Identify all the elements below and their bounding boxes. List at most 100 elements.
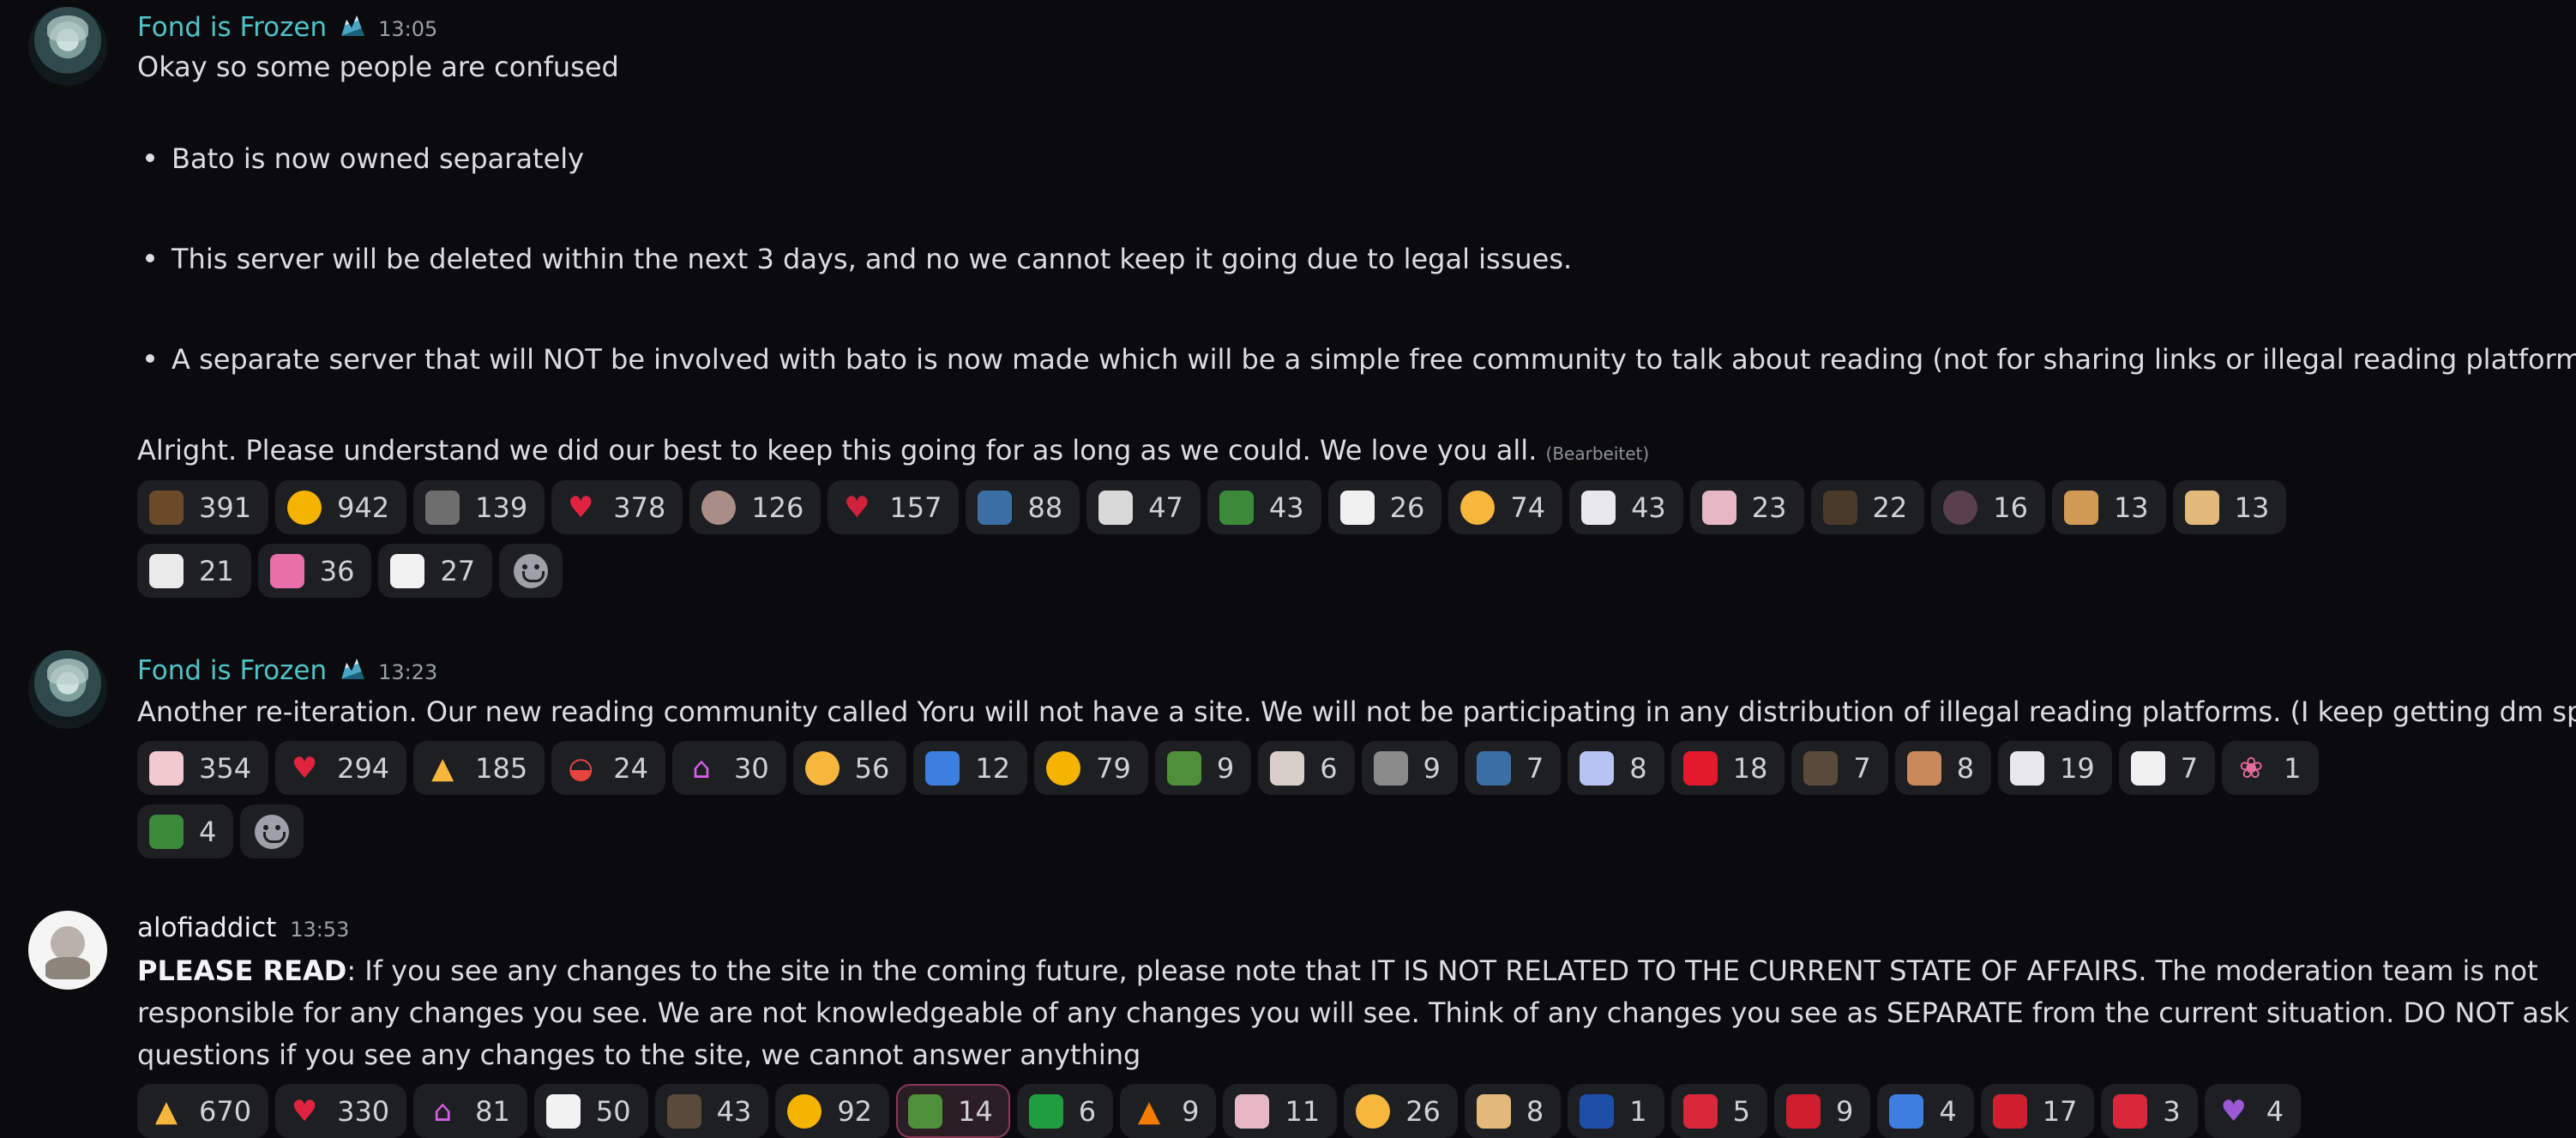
reaction-button[interactable]: ♥ 294 — [275, 741, 407, 795]
watermelon-icon: ◒ — [568, 750, 594, 786]
reaction-button[interactable]: 50 — [533, 1084, 648, 1138]
brazil-flag-icon — [1028, 1093, 1063, 1129]
reaction-button[interactable]: 8 — [1894, 741, 1992, 795]
cat-white-icon — [1098, 490, 1134, 525]
photo-icon — [1476, 750, 1511, 786]
timestamp[interactable]: 13:05 — [378, 17, 437, 41]
reaction-button[interactable]: ♥ 378 — [551, 480, 683, 534]
username[interactable]: alofiaddict — [137, 912, 276, 943]
panda-icon — [545, 1093, 581, 1129]
reaction-count: 24 — [613, 751, 648, 785]
bullet-item: This server will be deleted within the n… — [137, 238, 1572, 280]
reaction-button[interactable]: 18 — [1670, 741, 1785, 795]
reaction-button[interactable]: 8 — [1464, 1084, 1562, 1138]
heart-icon: ♥ — [291, 1093, 318, 1129]
reaction-button[interactable]: 7 — [1791, 741, 1888, 795]
reaction-button[interactable]: 23 — [1689, 480, 1804, 534]
reaction-button[interactable]: 6 — [1258, 741, 1355, 795]
saluting-face-icon — [804, 750, 840, 786]
user-avatar[interactable] — [28, 650, 107, 729]
user-avatar[interactable] — [28, 7, 107, 86]
timestamp[interactable]: 13:53 — [290, 918, 349, 942]
reaction-button[interactable]: 126 — [689, 480, 822, 534]
reaction-button[interactable]: 7 — [1464, 741, 1562, 795]
reaction-button[interactable]: 47 — [1086, 480, 1201, 534]
reaction-count: 50 — [595, 1094, 631, 1128]
reaction-button[interactable]: 17 — [1980, 1084, 2095, 1138]
reaction-button[interactable]: 88 — [966, 480, 1080, 534]
blue-mask-icon — [925, 750, 960, 786]
reaction-button[interactable]: 19 — [1998, 741, 2112, 795]
reaction-button[interactable]: 27 — [378, 544, 493, 598]
reaction-button[interactable]: ♥ 4 — [2204, 1084, 2302, 1138]
reaction-button[interactable]: ▲ 185 — [413, 741, 545, 795]
reaction-button[interactable]: 139 — [413, 480, 545, 534]
reaction-button[interactable]: 13 — [2051, 480, 2166, 534]
reaction-button[interactable]: 36 — [257, 544, 372, 598]
broken-heart-icon: ♥ — [844, 490, 870, 525]
reaction-count: 4 — [1939, 1094, 1957, 1128]
reaction-button[interactable]: ⌂ 30 — [671, 741, 786, 795]
reaction-button[interactable]: 12 — [913, 741, 1028, 795]
reaction-button[interactable]: 43 — [1569, 480, 1683, 534]
reaction-button[interactable]: 5 — [1670, 1084, 1767, 1138]
reaction-button[interactable]: 6 — [1016, 1084, 1114, 1138]
reaction-count: 7 — [2180, 751, 2199, 785]
reaction-button[interactable]: 3 — [2101, 1084, 2198, 1138]
reaction-button[interactable]: 21 — [137, 544, 251, 598]
sob-icon — [787, 1093, 822, 1129]
reaction-button[interactable]: 391 — [137, 480, 269, 534]
reaction-button[interactable]: 79 — [1034, 741, 1148, 795]
reaction-button[interactable]: 4 — [1877, 1084, 1974, 1138]
reaction-count: 6 — [1078, 1094, 1097, 1128]
reaction-button[interactable]: 7 — [2118, 741, 2216, 795]
bullet-item: A separate server that will NOT be invol… — [137, 339, 2576, 381]
reaction-button[interactable]: 56 — [792, 741, 907, 795]
reaction-button[interactable]: 74 — [1448, 480, 1563, 534]
add-reaction-button[interactable] — [499, 544, 563, 598]
thank-you-icon — [269, 553, 304, 588]
frog-icon — [908, 1093, 943, 1129]
reaction-button[interactable]: 22 — [1810, 480, 1925, 534]
reaction-button[interactable]: 14 — [896, 1084, 1010, 1138]
reaction-button[interactable]: 13 — [2172, 480, 2287, 534]
timestamp[interactable]: 13:23 — [378, 660, 437, 684]
reaction-button[interactable]: 26 — [1344, 1084, 1458, 1138]
reaction-button[interactable]: 16 — [1931, 480, 2045, 534]
reaction-button[interactable]: 11 — [1223, 1084, 1338, 1138]
reaction-button[interactable]: 26 — [1327, 480, 1442, 534]
reaction-button[interactable]: ♥ 330 — [275, 1084, 407, 1138]
reaction-count: 354 — [199, 751, 252, 785]
reaction-count: 5 — [1732, 1094, 1750, 1128]
reaction-button[interactable]: ⌂ 81 — [413, 1084, 527, 1138]
this-icon: ⌂ — [692, 750, 711, 786]
reaction-button[interactable]: 43 — [1207, 480, 1321, 534]
reaction-button[interactable]: 354 — [137, 741, 269, 795]
reaction-count: 378 — [613, 491, 666, 524]
reaction-count: 294 — [337, 751, 390, 785]
username[interactable]: Fond is Frozen — [137, 655, 327, 686]
reaction-button[interactable]: 8 — [1568, 741, 1664, 795]
reaction-button[interactable]: 1 — [1568, 1084, 1664, 1138]
reaction-button[interactable]: 9 — [1361, 741, 1458, 795]
reaction-button[interactable]: ◒ 24 — [551, 741, 665, 795]
sob-icon — [1046, 750, 1081, 786]
reaction-button[interactable]: 43 — [654, 1084, 769, 1138]
reaction-button[interactable]: 4 — [137, 804, 234, 858]
reaction-button[interactable]: ♥ 157 — [828, 480, 960, 534]
cat-face-icon — [701, 490, 737, 525]
reaction-button[interactable]: 92 — [775, 1084, 890, 1138]
reaction-button[interactable]: ❀ 1 — [2222, 741, 2319, 795]
reaction-row: ▲ 670 ♥ 330 ⌂ 81 50 43 92 14 6 ▲ 9 11 26 8 1 5 9 4 17 3 ♥ 4 — [137, 1084, 2302, 1138]
reaction-count: 9 — [1423, 751, 1441, 785]
reaction-button[interactable]: 9 — [1773, 1084, 1871, 1138]
add-reaction-button[interactable] — [240, 804, 304, 858]
reaction-button[interactable]: 942 — [275, 480, 407, 534]
panda-icon — [390, 553, 425, 588]
reaction-count: 43 — [1268, 491, 1304, 524]
reaction-button[interactable]: ▲ 9 — [1120, 1084, 1217, 1138]
user-avatar[interactable] — [28, 911, 107, 990]
reaction-button[interactable]: ▲ 670 — [137, 1084, 269, 1138]
username[interactable]: Fond is Frozen — [137, 12, 327, 43]
reaction-button[interactable]: 9 — [1154, 741, 1252, 795]
